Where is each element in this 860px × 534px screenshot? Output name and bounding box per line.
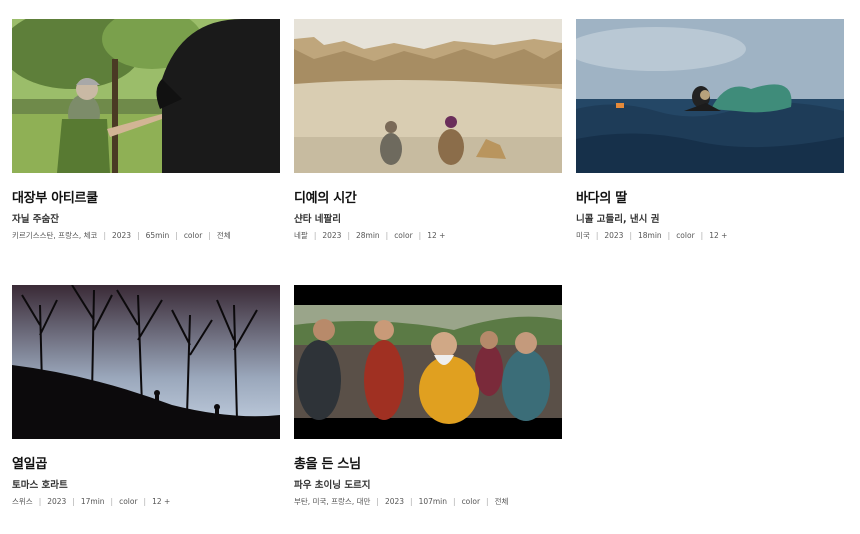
- separator: |: [175, 231, 178, 240]
- separator: |: [38, 497, 42, 506]
- film-country: 네팔: [294, 231, 308, 240]
- film-card[interactable]: 바다의 딸 니콜 고들리, 낸시 권 미국 | 2023 | 18min | colo…: [576, 19, 844, 241]
- desert-canyon-image: [294, 19, 562, 173]
- separator: |: [313, 231, 317, 240]
- film-year: 2023: [322, 231, 342, 240]
- film-rating: 12 +: [152, 497, 171, 506]
- film-thumbnail[interactable]: [12, 285, 280, 439]
- film-year: 2023: [384, 497, 405, 506]
- film-director: 자닐 주숨잔: [12, 214, 60, 225]
- film-thumbnail[interactable]: [294, 285, 562, 439]
- film-meta: 미국 | 2023 | 18min | color | 12 +: [576, 230, 844, 241]
- separator: |: [629, 231, 632, 240]
- separator: |: [700, 231, 704, 240]
- film-country: 스위스: [12, 497, 33, 506]
- film-color: color: [119, 497, 138, 506]
- film-year: 2023: [47, 497, 67, 506]
- film-director: 파우 초이닝 도르지: [294, 480, 371, 491]
- film-meta: 키르기스스탄, 프랑스, 체코 | 2023 | 65min | color | 전체: [12, 230, 280, 241]
- film-thumbnail[interactable]: [294, 19, 562, 173]
- film-card[interactable]: 대장부 아티르쿨 자닐 주숨잔 키르기스스탄, 프랑스, 체코 | 2023 | 6…: [12, 19, 280, 241]
- separator: |: [453, 497, 456, 506]
- separator: |: [103, 231, 106, 240]
- separator: |: [667, 231, 671, 240]
- film-director: 니콜 고들리, 낸시 권: [576, 214, 660, 225]
- film-title[interactable]: 총을 든 스님: [294, 453, 562, 472]
- film-meta: 스위스 | 2023 | 17min | color | 12 +: [12, 496, 280, 507]
- film-director: 샨타 네팔리: [294, 214, 342, 225]
- separator: |: [208, 231, 211, 240]
- monk-and-crowd-image: [294, 285, 562, 439]
- film-director: 토마스 호라트: [12, 480, 68, 491]
- film-title[interactable]: 열일곱: [12, 453, 280, 472]
- film-rating: 12 +: [427, 231, 446, 240]
- film-title[interactable]: 대장부 아티르쿨: [12, 187, 280, 206]
- separator: |: [110, 497, 114, 506]
- film-rating: 12 +: [709, 231, 728, 240]
- separator: |: [376, 497, 379, 506]
- separator: |: [486, 497, 489, 506]
- film-country: 키르기스스탄, 프랑스, 체코: [12, 231, 98, 240]
- separator: |: [143, 497, 147, 506]
- film-runtime: 28min: [355, 231, 380, 240]
- film-rating: 전체: [494, 497, 509, 506]
- film-color: color: [394, 231, 413, 240]
- film-rating: 전체: [216, 231, 231, 240]
- separator: |: [137, 231, 140, 240]
- film-meta: 네팔 | 2023 | 28min | color | 12 +: [294, 230, 562, 241]
- film-country: 부탄, 미국, 프랑스, 대만: [294, 497, 371, 506]
- silhouette-trees-image: [12, 285, 280, 439]
- film-color: color: [676, 231, 695, 240]
- film-country: 미국: [576, 231, 590, 240]
- film-thumbnail[interactable]: [12, 19, 280, 173]
- film-title[interactable]: 바다의 딸: [576, 187, 844, 206]
- separator: |: [595, 231, 599, 240]
- film-color: color: [183, 231, 203, 240]
- film-card[interactable]: 열일곱 토마스 호라트 스위스 | 2023 | 17min | color | 12 …: [12, 285, 280, 507]
- film-card[interactable]: 총을 든 스님 파우 초이닝 도르지 부탄, 미국, 프랑스, 대만 | 2023…: [294, 285, 562, 507]
- separator: |: [72, 497, 75, 506]
- film-title[interactable]: 디예의 시간: [294, 187, 562, 206]
- film-thumbnail[interactable]: [576, 19, 844, 173]
- film-runtime: 65min: [145, 231, 170, 240]
- film-runtime: 17min: [80, 497, 105, 506]
- separator: |: [347, 231, 350, 240]
- film-card[interactable]: 디예의 시간 샨타 네팔리 네팔 | 2023 | 28min | color | 12…: [294, 19, 562, 241]
- film-meta: 부탄, 미국, 프랑스, 대만 | 2023 | 107min | color | 전체: [294, 496, 562, 507]
- film-runtime: 107min: [418, 497, 448, 506]
- film-color: color: [461, 497, 481, 506]
- film-year: 2023: [111, 231, 132, 240]
- woman-with-horse-image: [12, 19, 280, 173]
- film-year: 2023: [604, 231, 624, 240]
- separator: |: [410, 497, 413, 506]
- separator: |: [385, 231, 389, 240]
- separator: |: [418, 231, 422, 240]
- film-runtime: 18min: [637, 231, 662, 240]
- diver-at-sea-image: [576, 19, 844, 173]
